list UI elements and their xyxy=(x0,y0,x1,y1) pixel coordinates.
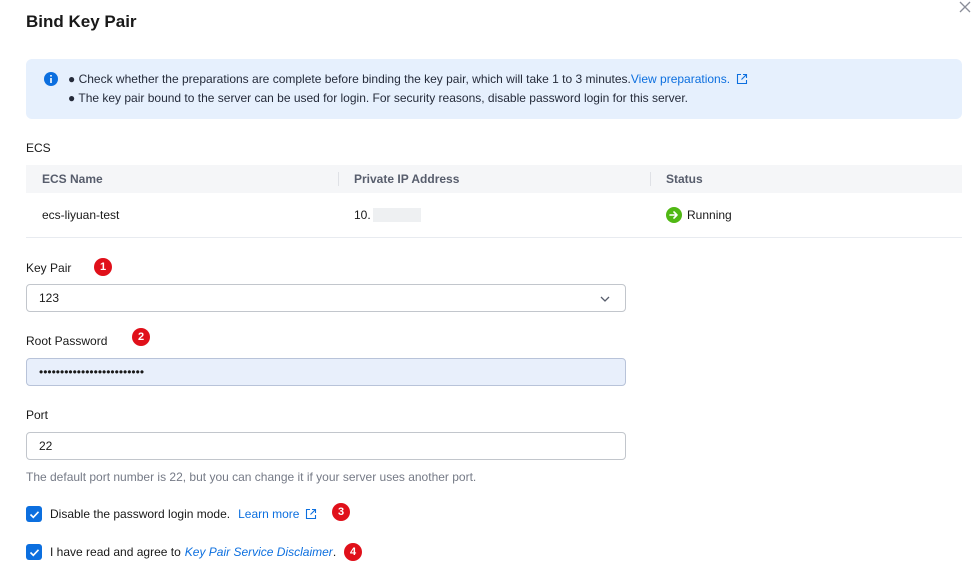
annotation-badge-4: 4 xyxy=(344,543,362,561)
info-line2-text: ● The key pair bound to the server can b… xyxy=(68,91,689,105)
key-pair-selected-value: 123 xyxy=(39,291,60,305)
status-text: Running xyxy=(687,208,732,222)
dialog-title: Bind Key Pair xyxy=(26,12,137,31)
col-ecs-name: ECS Name xyxy=(42,172,103,186)
ecs-table: ECS Name Private IP Address Status ecs-l… xyxy=(26,165,962,238)
chevron-down-icon xyxy=(600,296,610,302)
info-line-preparations: ● Check whether the preparations are com… xyxy=(68,72,748,86)
table-header: ECS Name Private IP Address Status xyxy=(26,165,962,193)
key-pair-label: Key Pair xyxy=(26,261,72,275)
ecs-name-cell: ecs-liyuan-test xyxy=(42,208,120,222)
info-icon xyxy=(44,72,58,86)
private-ip-value: 10. xyxy=(354,208,371,222)
ecs-section-label: ECS xyxy=(26,141,51,155)
annotation-badge-1: 1 xyxy=(94,258,112,276)
key-pair-select[interactable]: 123 xyxy=(26,284,626,312)
agreement-prefix: I have read and agree to xyxy=(50,545,181,559)
status-cell: Running xyxy=(666,193,732,237)
learn-more-link[interactable]: Learn more xyxy=(238,507,299,521)
checkmark-icon xyxy=(29,548,39,556)
close-icon[interactable] xyxy=(958,0,972,14)
col-status: Status xyxy=(666,172,703,186)
info-line1-text: ● Check whether the preparations are com… xyxy=(68,72,631,86)
port-hint: The default port number is 22, but you c… xyxy=(26,470,477,484)
external-link-icon[interactable] xyxy=(736,73,748,85)
col-private-ip: Private IP Address xyxy=(354,172,460,186)
external-link-icon[interactable] xyxy=(305,508,317,520)
agreement-row: I have read and agree to Key Pair Servic… xyxy=(26,544,336,560)
disclaimer-link[interactable]: Key Pair Service Disclaimer xyxy=(185,545,333,559)
private-ip-cell: 10. xyxy=(354,193,421,237)
agreement-checkbox[interactable] xyxy=(26,544,42,560)
info-notice: ● Check whether the preparations are com… xyxy=(26,59,962,119)
port-input[interactable]: 22 xyxy=(26,432,626,460)
disable-password-label: Disable the password login mode. xyxy=(50,507,231,521)
annotation-badge-3: 3 xyxy=(332,503,350,521)
annotation-badge-2: 2 xyxy=(132,328,150,346)
ip-redaction xyxy=(372,208,421,222)
table-row: ecs-liyuan-test 10. Running xyxy=(26,193,962,238)
port-label: Port xyxy=(26,408,49,422)
root-password-label: Root Password xyxy=(26,334,108,348)
view-preparations-link[interactable]: View preparations. xyxy=(631,72,730,86)
agreement-suffix: . xyxy=(332,545,337,559)
checkmark-icon xyxy=(29,510,39,518)
disable-password-row: Disable the password login mode. Learn m… xyxy=(26,506,317,522)
running-status-icon xyxy=(666,207,682,223)
disable-password-checkbox[interactable] xyxy=(26,506,42,522)
root-password-input[interactable]: ••••••••••••••••••••••••• xyxy=(26,358,626,386)
